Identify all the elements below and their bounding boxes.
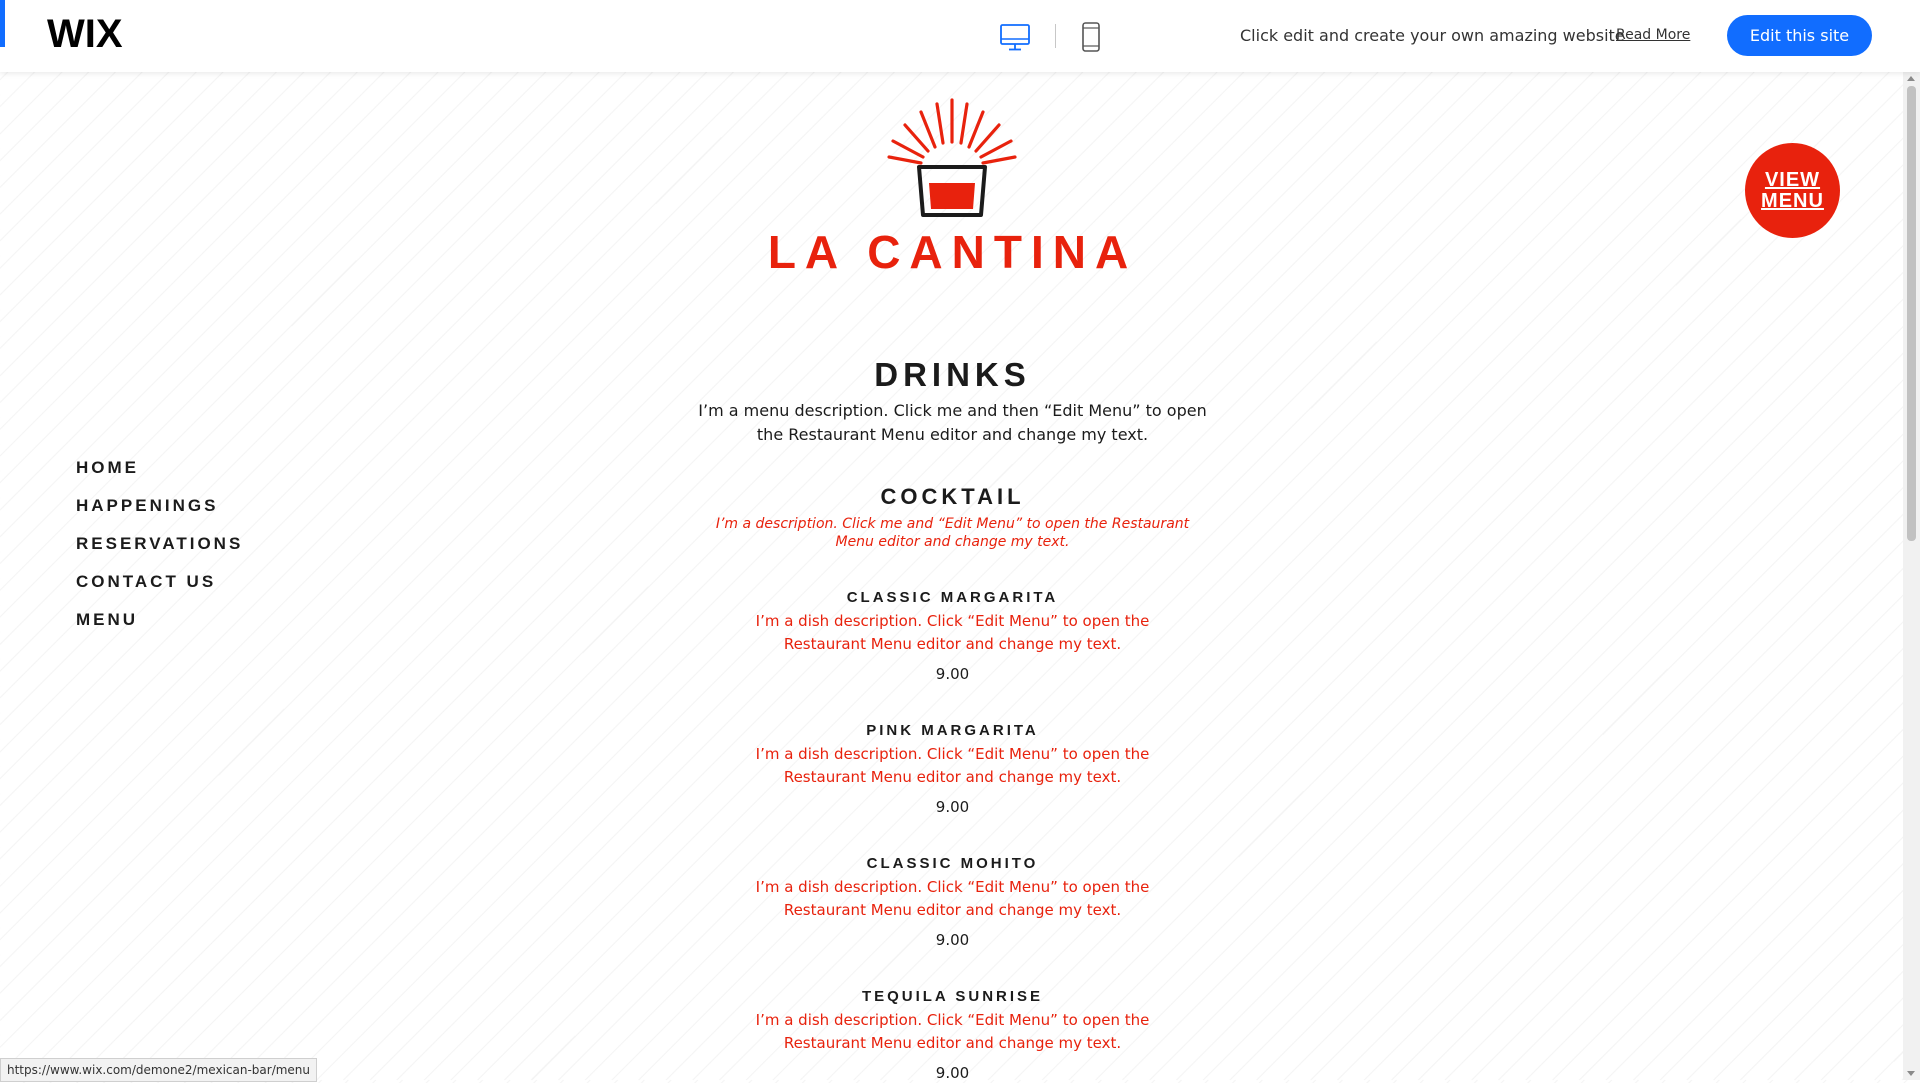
read-more-link[interactable]: Read More — [1616, 27, 1690, 43]
nav-item-reservations[interactable]: RESERVATIONS — [76, 534, 243, 572]
section-title: COCKTAIL — [880, 484, 1025, 509]
scroll-down-arrow-icon[interactable] — [1907, 1071, 1915, 1076]
menu-title: DRINKS — [874, 356, 1031, 393]
device-separator — [1055, 24, 1056, 48]
status-bar-url: https://www.wix.com/demone2/mexican-bar/… — [0, 1058, 318, 1082]
dish-item: TEQUILA SUNRISE I’m a dish description. … — [690, 988, 1215, 1083]
dish-name: CLASSIC MARGARITA — [846, 589, 1059, 606]
dish-description: I’m a dish description. Click “Edit Menu… — [755, 612, 1150, 653]
nav-item-home[interactable]: HOME — [76, 458, 243, 496]
dish-item: CLASSIC MOHITO I’m a dish description. C… — [690, 855, 1215, 950]
dish-description: I’m a dish description. Click “Edit Menu… — [755, 878, 1150, 919]
desktop-monitor-icon[interactable] — [999, 21, 1031, 53]
dish-name: PINK MARGARITA — [866, 722, 1039, 739]
nav-item-contact-us[interactable]: CONTACT US — [76, 572, 243, 610]
dish-description: I’m a dish description. Click “Edit Menu… — [755, 745, 1150, 786]
dish-name: TEQUILA SUNRISE — [861, 988, 1044, 1005]
nav-item-happenings[interactable]: HAPPENINGS — [76, 496, 243, 534]
dish-name: CLASSIC MOHITO — [866, 855, 1039, 872]
promo-text: Click edit and create your own amazing w… — [1240, 26, 1625, 45]
mobile-phone-icon[interactable] — [1080, 21, 1102, 53]
brand-name[interactable]: LA CANTINA — [700, 225, 1205, 279]
dish-price: 9.00 — [935, 931, 970, 949]
dish-item: PINK MARGARITA I’m a dish description. C… — [690, 722, 1215, 817]
wix-logo[interactable]: WIX — [47, 12, 123, 57]
view-menu-label-line1: VIEW — [1764, 168, 1821, 191]
page-scrollbar[interactable] — [1903, 72, 1920, 1080]
dish-price: 9.00 — [935, 665, 970, 683]
scroll-up-arrow-icon[interactable] — [1907, 76, 1915, 81]
section-description: I’m a description. Click me and “Edit Me… — [715, 516, 1190, 550]
wix-top-bar: WIX Click edit and create your own amazi… — [0, 0, 1920, 72]
nav-item-menu[interactable]: MENU — [76, 610, 243, 648]
wix-accent-stripe — [0, 0, 5, 47]
view-menu-button[interactable]: VIEW MENU — [1745, 143, 1840, 238]
cocktail-glass-sunburst-icon[interactable] — [885, 95, 1020, 220]
dish-price: 9.00 — [935, 798, 970, 816]
view-menu-label-line2: MENU — [1761, 189, 1824, 212]
dish-price: 9.00 — [935, 1064, 970, 1082]
dish-item: CLASSIC MARGARITA I’m a dish description… — [690, 589, 1215, 684]
dish-description: I’m a dish description. Click “Edit Menu… — [755, 1011, 1150, 1052]
edit-this-site-button[interactable]: Edit this site — [1727, 15, 1872, 56]
site-navigation: HOME HAPPENINGS RESERVATIONS CONTACT US … — [76, 458, 243, 648]
scrollbar-thumb[interactable] — [1907, 86, 1916, 541]
menu-description: I’m a menu description. Click me and the… — [698, 401, 1207, 444]
restaurant-menu[interactable]: DRINKS I’m a menu description. Click me … — [690, 355, 1215, 1083]
